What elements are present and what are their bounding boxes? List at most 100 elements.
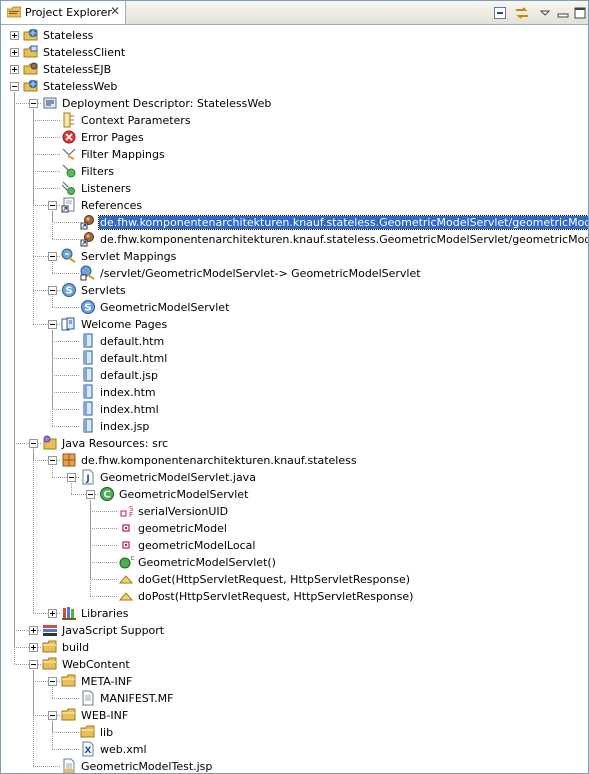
expand-toggle-icon[interactable] [10,65,19,74]
tree-item[interactable]: META-INF [1,673,588,690]
tree-item[interactable]: geometricModelLocal [1,537,588,554]
file-icon [82,690,94,706]
tree-item[interactable]: default.html [1,350,588,367]
tree-item[interactable]: StatelessClient [1,44,588,61]
tree-item[interactable]: doGet(HttpServletRequest, HttpServletRes… [1,571,588,588]
project-explorer-icon [7,6,21,18]
collapse-toggle-icon[interactable] [48,201,57,210]
tree-item[interactable]: J GeometricModelServlet.java [1,469,588,486]
tree-item[interactable]: default.jsp [1,367,588,384]
collapse-all-icon[interactable] [492,5,508,21]
expand-toggle-icon[interactable] [10,48,19,57]
javascript-support-icon [43,625,57,636]
tree-item[interactable]: default.htm [1,333,588,350]
servlet-icon: S [81,300,95,314]
tree-item[interactable]: doPost(HttpServletRequest, HttpServletRe… [1,588,588,605]
tree-item-label: default.jsp [100,369,158,382]
tree-item[interactable]: /servlet/GeometricModelServlet-> Geometr… [1,265,588,282]
tree-item[interactable]: Servlet Mappings [1,248,588,265]
ejb-reference-icon [80,215,94,230]
collapse-toggle-icon[interactable] [48,677,57,686]
tree-item[interactable]: C GeometricModelServlet [1,486,588,503]
expand-toggle-icon[interactable] [48,609,57,618]
tree-item[interactable]: Context Parameters [1,112,588,129]
tree-item[interactable]: index.html [1,401,588,418]
tree-item[interactable]: Filter Mappings [1,146,588,163]
svg-text:X: X [85,746,92,756]
collapse-toggle-icon[interactable] [48,286,57,295]
tree-item-label: Servlet Mappings [81,250,177,263]
collapse-toggle-icon[interactable] [29,99,38,108]
tree-item-label: GeometricModelTest.jsp [81,760,213,773]
link-with-editor-icon[interactable] [514,5,530,21]
tree-item[interactable]: S F serialVersionUID [1,503,588,520]
svg-text:c: c [131,554,135,562]
tree-item[interactable]: MANIFEST.MF [1,690,588,707]
tree-item[interactable]: build [1,639,588,656]
tree-item[interactable]: Error Pages [1,129,588,146]
expand-toggle-icon[interactable] [10,31,19,40]
collapse-toggle-icon[interactable] [29,439,38,448]
expand-toggle-icon[interactable] [29,626,38,635]
project-explorer-view: Project Explorer ✕ Stateless StatelessCli… [0,0,589,774]
tree-item[interactable]: References [1,197,588,214]
maximize-icon[interactable] [572,5,588,21]
listeners-icon [61,181,75,195]
close-icon[interactable]: ✕ [109,5,121,17]
tab-project-explorer[interactable]: Project Explorer ✕ [1,1,126,24]
collapse-toggle-icon[interactable] [48,711,57,720]
svg-text:J: J [85,474,89,484]
welcome-file-icon [83,401,93,416]
ejb-project-icon [23,62,38,75]
tree-item[interactable]: StatelessEJB [1,61,588,78]
tree-item[interactable]: GeometricModelTest.jsp [1,758,588,773]
collapse-toggle-icon[interactable] [67,473,76,482]
tree-item[interactable]: c GeometricModelServlet() [1,554,588,571]
tree-item[interactable]: lib [1,724,588,741]
tree-item[interactable]: WEB-INF [1,707,588,724]
libraries-icon [62,607,76,620]
tree-item-label: doPost(HttpServletRequest, HttpServletRe… [138,590,414,603]
tree-item-label: GeometricModelServlet.java [100,471,256,484]
view-menu-icon[interactable] [537,5,553,21]
tree-item-label: web.xml [100,743,147,756]
collapse-toggle-icon[interactable] [29,660,38,669]
tree-item[interactable]: de.fhw.komponentenarchitekturen.knauf.st… [1,214,588,231]
tree-item[interactable]: S Servlets [1,282,588,299]
tree-item[interactable]: JavaScript Support [1,622,588,639]
tree-item[interactable]: index.htm [1,384,588,401]
tree-item[interactable]: Stateless [1,27,588,44]
collapse-toggle-icon[interactable] [10,82,19,91]
tree-item[interactable]: Welcome Pages [1,316,588,333]
java-resources-icon [43,435,57,450]
tree-item[interactable]: Xweb.xml [1,741,588,758]
tree-item[interactable]: Libraries [1,605,588,622]
tree-item[interactable]: de.fhw.komponentenarchitekturen.knauf.st… [1,231,588,248]
tree-item[interactable]: Java Resources: src [1,435,588,452]
tree-item[interactable]: StatelessWeb [1,78,588,95]
tree-item[interactable]: WebContent [1,656,588,673]
collapse-toggle-icon[interactable] [48,252,57,261]
folder-icon [61,708,76,721]
tree-item[interactable]: index.jsp [1,418,588,435]
tree-item[interactable]: Listeners [1,180,588,197]
tree-item[interactable]: geometricModel [1,520,588,537]
tree-item-label: JavaScript Support [62,624,165,637]
tree-item-label: Deployment Descriptor: StatelessWeb [62,97,272,110]
tree-item[interactable]: S GeometricModelServlet [1,299,588,316]
expand-toggle-icon[interactable] [29,643,38,652]
tree-item[interactable]: Filters [1,163,588,180]
collapse-toggle-icon[interactable] [48,456,57,465]
tree-item[interactable]: Deployment Descriptor: StatelessWeb [1,95,588,112]
collapse-toggle-icon[interactable] [86,490,95,499]
welcome-file-icon [83,367,93,382]
tree-item-label: WEB-INF [81,709,129,722]
minimize-icon[interactable] [555,5,571,21]
tree-item-label: StatelessClient [43,46,126,59]
welcome-file-icon [83,333,93,348]
tree-item[interactable]: de.fhw.komponentenarchitekturen.knauf.st… [1,452,588,469]
folder-icon [61,674,76,687]
collapse-toggle-icon[interactable] [48,320,57,329]
ejb-reference-icon [80,232,94,247]
tree-item-label: Error Pages [81,131,144,144]
